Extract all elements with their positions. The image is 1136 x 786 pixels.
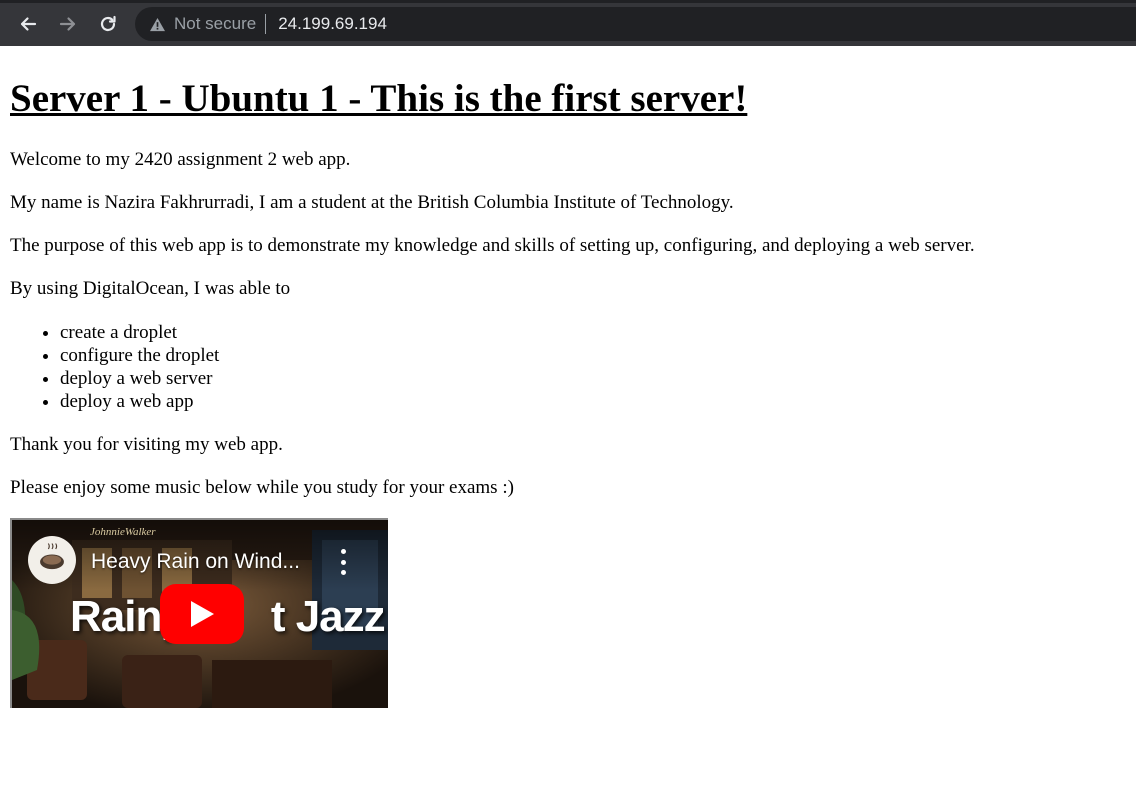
list-item: create a droplet	[60, 321, 1126, 344]
video-title[interactable]: Heavy Rain on Wind...	[91, 550, 300, 574]
brand-sign: JohnnieWalker	[90, 526, 156, 538]
music-note-text: Please enjoy some music below while you …	[10, 477, 514, 498]
security-status-label[interactable]: Not secure	[174, 14, 256, 34]
forward-button[interactable]	[50, 3, 86, 45]
address-bar[interactable]: Not secure 24.199.69.194	[135, 7, 1136, 41]
reload-icon	[100, 15, 116, 32]
browser-toolbar: Not secure 24.199.69.194	[0, 0, 1136, 46]
skills-list: create a droplet configure the droplet d…	[10, 321, 1126, 413]
address-separator	[265, 14, 267, 34]
coffee-cup-icon	[31, 539, 73, 581]
arrow-left-icon	[20, 17, 37, 31]
list-item: configure the droplet	[60, 344, 1126, 367]
page-content: Server 1 - Ubuntu 1 - This is the first …	[10, 46, 1126, 499]
welcome-text: Welcome to my 2420 assignment 2 web app.	[10, 149, 351, 170]
list-item: deploy a web app	[60, 390, 1126, 413]
youtube-embed[interactable]: JohnnieWalker Heavy Rain on Wind... Rain…	[10, 518, 388, 708]
intro-text: My name is Nazira Fakhrurradi, I am a st…	[10, 192, 734, 213]
play-button[interactable]	[160, 584, 244, 644]
purpose-text: The purpose of this web app is to demons…	[10, 235, 975, 256]
play-icon	[191, 601, 214, 627]
list-intro-text: By using DigitalOcean, I was able to	[10, 278, 291, 299]
page-title: Server 1 - Ubuntu 1 - This is the first …	[10, 77, 748, 120]
list-item: deploy a web server	[60, 367, 1126, 390]
reload-button[interactable]	[90, 3, 126, 45]
thanks-text: Thank you for visiting my web app.	[10, 434, 283, 455]
arrow-right-icon	[59, 17, 76, 31]
thumbnail-text-right: t Jazz	[270, 592, 386, 641]
channel-avatar[interactable]	[28, 536, 76, 584]
url-text[interactable]: 24.199.69.194	[278, 14, 387, 34]
warning-triangle-icon[interactable]	[149, 16, 167, 32]
back-button[interactable]	[10, 3, 46, 45]
more-options-icon[interactable]	[334, 549, 352, 575]
